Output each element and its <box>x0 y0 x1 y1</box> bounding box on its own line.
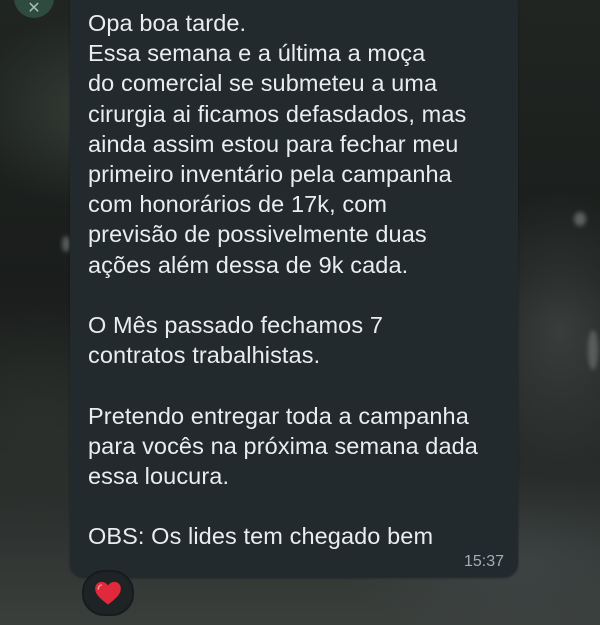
close-icon: ✕ <box>27 0 41 17</box>
wallpaper-light <box>62 236 70 252</box>
wallpaper-light <box>574 212 586 226</box>
message-bubble[interactable]: Opa boa tarde. Essa semana e a última a … <box>70 0 518 577</box>
wallpaper-light <box>588 330 598 370</box>
reaction-badge[interactable] <box>82 570 134 616</box>
message-text: Opa boa tarde. Essa semana e a última a … <box>88 10 478 550</box>
message-timestamp: 15:37 <box>463 553 504 570</box>
heart-icon <box>95 581 121 605</box>
avatar[interactable]: ✕ <box>14 0 54 18</box>
